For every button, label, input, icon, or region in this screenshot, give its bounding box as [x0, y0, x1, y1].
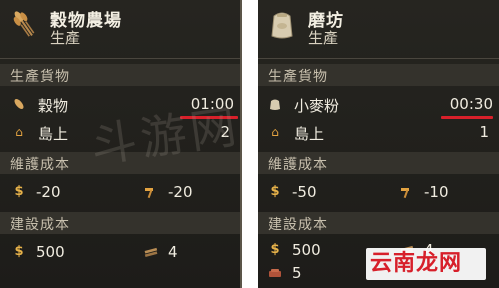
- section-maintenance-cost: 維護成本: [258, 152, 499, 174]
- bricks-icon: [268, 266, 282, 280]
- section-label: 維護成本: [268, 157, 328, 173]
- section-production-goods: 生產貨物: [0, 64, 240, 86]
- maintenance-row: $ -50 -10: [258, 182, 499, 204]
- wheat-sheaf-icon: [6, 6, 42, 42]
- screenshot-stage: 穀物農場 生產 生產貨物 穀物 01:00 ⌂ 島上 2 維護成本 $ -20: [0, 0, 499, 288]
- construction-timber: 4: [168, 243, 178, 261]
- section-construction-cost: 建設成本: [0, 212, 240, 234]
- produced-good-row: 小麥粉 00:30: [258, 94, 499, 116]
- divider: [258, 58, 499, 59]
- section-label: 生產貨物: [268, 69, 328, 85]
- section-production-goods: 生產貨物: [258, 64, 499, 86]
- maintenance-workforce: -10: [424, 183, 449, 201]
- coin-icon: $: [270, 184, 280, 199]
- island-count: 1: [479, 123, 489, 141]
- section-label: 生產貨物: [10, 69, 70, 85]
- section-construction-cost: 建設成本: [258, 212, 499, 234]
- island-label: 島上: [294, 125, 325, 143]
- timber-icon: [144, 245, 158, 259]
- construction-bricks: 5: [292, 264, 302, 282]
- construction-row: $ 500 4: [0, 242, 240, 264]
- island-label: 島上: [38, 125, 69, 143]
- panel-header: 磨坊 生產: [258, 0, 499, 52]
- section-label: 建設成本: [268, 217, 328, 233]
- construction-coins: 500: [292, 241, 321, 259]
- flour-sack-icon: [264, 6, 300, 42]
- panel-header: 穀物農場 生產: [0, 0, 240, 52]
- coin-icon: $: [270, 242, 280, 257]
- highlight-underline: [441, 116, 493, 119]
- production-time: 00:30: [449, 95, 493, 113]
- building-category: 生產: [50, 29, 81, 47]
- divider: [0, 58, 240, 59]
- coin-icon: $: [14, 244, 24, 259]
- section-label: 維護成本: [10, 157, 70, 173]
- coin-icon: $: [14, 184, 24, 199]
- building-category: 生產: [308, 29, 339, 47]
- grain-icon: [12, 97, 26, 111]
- mill-info-panel: 磨坊 生產 生產貨物 小麥粉 00:30 ⌂ 島上 1 維護成本 $ -50 -…: [258, 0, 499, 288]
- produced-good-name: 穀物: [38, 97, 69, 115]
- island-count-row: ⌂ 島上 1: [258, 122, 499, 144]
- panel-gap: [242, 0, 258, 288]
- construction-coins: 500: [36, 243, 65, 261]
- produced-good-name: 小麥粉: [294, 97, 340, 115]
- maintenance-coins: -20: [36, 183, 61, 201]
- maintenance-row: $ -20 -20: [0, 182, 240, 204]
- section-label: 建設成本: [10, 217, 70, 233]
- maintenance-workforce: -20: [168, 183, 193, 201]
- hammer-icon: [144, 185, 158, 199]
- maintenance-coins: -50: [292, 183, 317, 201]
- flour-icon: [268, 97, 282, 111]
- house-icon: ⌂: [271, 125, 279, 139]
- site-logo: 云南龙网: [366, 248, 486, 280]
- hammer-icon: [400, 185, 414, 199]
- house-icon: ⌂: [15, 125, 23, 139]
